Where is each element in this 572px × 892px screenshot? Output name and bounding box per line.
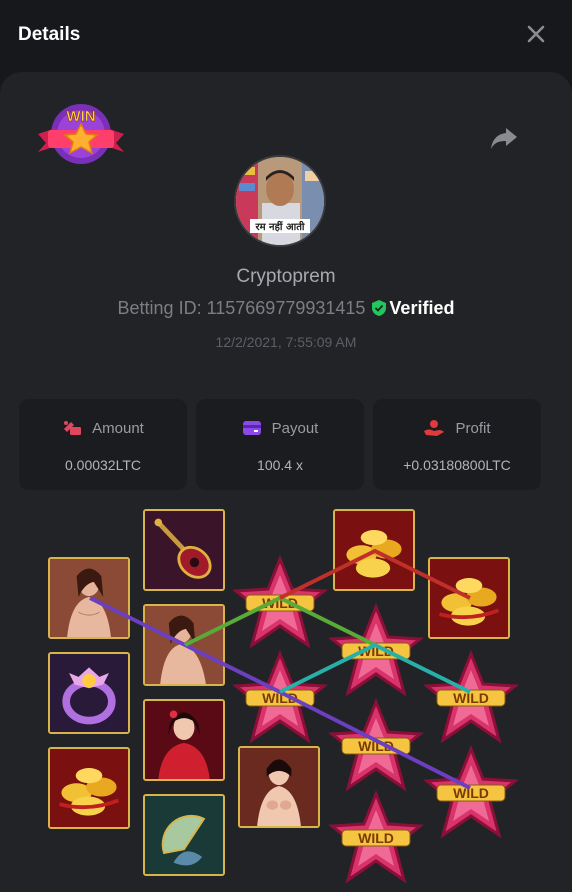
slot-gold-symbol	[428, 557, 510, 639]
wild-label: WILD	[262, 690, 298, 706]
slot-lady-symbol	[48, 557, 130, 639]
slot-wild-symbol: WILD	[232, 555, 328, 649]
bet-timestamp: 12/2/2021, 7:55:09 AM	[215, 334, 357, 350]
verified-label: Verified	[389, 298, 455, 318]
wild-label: WILD	[453, 785, 489, 801]
amount-icon	[64, 421, 82, 435]
payout-label: Payout	[271, 420, 319, 437]
payout-value: 100.4 x	[257, 457, 303, 473]
wild-label: WILD	[358, 830, 394, 846]
header-bar: Details	[0, 0, 572, 72]
wallet-icon	[242, 421, 261, 435]
win-badge-icon: WIN	[34, 100, 128, 172]
verified-shield-icon	[371, 299, 387, 322]
slot-gold-symbol	[333, 509, 415, 591]
username: Cryptoprem	[236, 266, 336, 287]
slot-wild-symbol: WILD	[328, 603, 424, 697]
slot-wild-symbol: WILD	[232, 650, 328, 744]
slot-pipa-symbol	[143, 509, 225, 591]
share-icon[interactable]	[488, 122, 520, 154]
slot-wild-symbol: WILD	[328, 698, 424, 792]
amount-value: 0.00032LTC	[64, 457, 141, 473]
win-text: WIN	[66, 108, 95, 125]
wild-label: WILD	[453, 690, 489, 706]
close-icon[interactable]	[522, 20, 550, 48]
avatar: रम नहीं आती	[234, 155, 326, 247]
profit-icon	[424, 420, 445, 436]
slot-lady-symbol	[238, 746, 320, 828]
betting-id: Betting ID: 1157669779931415	[117, 298, 366, 318]
slot-wild-symbol: WILD	[328, 790, 424, 884]
amount-label: Amount	[92, 420, 144, 437]
wild-label: WILD	[358, 643, 394, 659]
amount-card: Amount 0.00032LTC	[19, 399, 187, 490]
slot-wild-symbol: WILD	[423, 745, 519, 839]
avatar-caption: रम नहीं आती	[255, 220, 305, 233]
betting-id-line: Betting ID: 1157669779931415 Verified	[0, 298, 572, 322]
slot-lady-red-symbol	[143, 699, 225, 781]
slot-fan-symbol	[143, 794, 225, 876]
profit-card: Profit +0.03180800LTC	[373, 399, 541, 490]
payout-card: Payout 100.4 x	[196, 399, 364, 490]
slot-wild-symbol: WILD	[423, 650, 519, 744]
wild-label: WILD	[358, 738, 394, 754]
wild-label: WILD	[262, 595, 298, 611]
slot-ring-symbol	[48, 652, 130, 734]
profit-label: Profit	[455, 420, 491, 437]
slot-lady-symbol	[143, 604, 225, 686]
page-title: Details	[18, 24, 81, 45]
profit-value: +0.03180800LTC	[403, 457, 511, 473]
slot-gold-symbol	[48, 747, 130, 829]
